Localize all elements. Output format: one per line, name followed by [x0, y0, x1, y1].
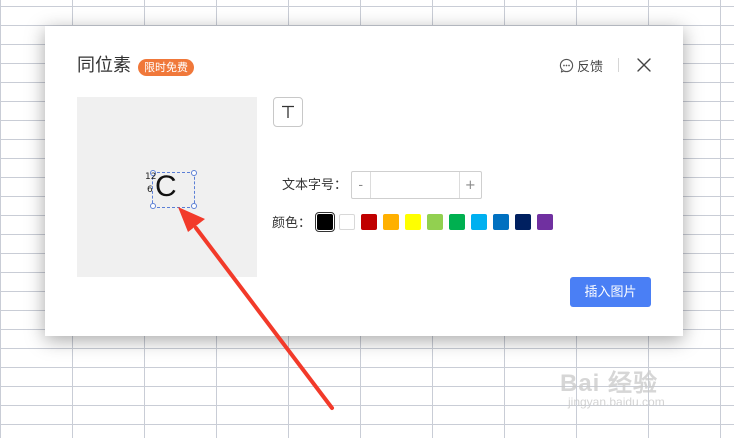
dialog-title: 同位素	[77, 55, 131, 76]
color-swatch[interactable]	[361, 214, 377, 230]
element-symbol: C	[155, 170, 177, 203]
isotope-dialog: 同位素 限时免费 反馈 12 6 C 文本字号： - + 颜色： 插入图片	[45, 26, 683, 336]
header-divider	[618, 58, 619, 72]
color-swatch[interactable]	[405, 214, 421, 230]
feedback-label: 反馈	[577, 59, 604, 75]
insert-image-button[interactable]: 插入图片	[570, 277, 651, 307]
atomic-number: 6	[147, 185, 153, 195]
color-swatch[interactable]	[339, 214, 355, 230]
free-badge: 限时免费	[138, 59, 194, 76]
color-swatch[interactable]	[383, 214, 399, 230]
close-button[interactable]	[636, 57, 652, 73]
text-tool-button[interactable]	[273, 97, 303, 127]
font-size-label: 文本字号：	[282, 178, 348, 193]
feedback-button[interactable]: 反馈	[559, 56, 604, 75]
color-swatch[interactable]	[315, 212, 335, 232]
font-size-stepper: - +	[351, 171, 482, 199]
font-size-increase-button[interactable]: +	[458, 172, 481, 198]
color-swatch[interactable]	[493, 214, 509, 230]
text-t-icon	[282, 105, 294, 118]
font-size-input[interactable]	[370, 172, 459, 198]
color-swatch[interactable]	[471, 214, 487, 230]
isotope-preview: 12 6 C	[77, 97, 257, 277]
chat-bubble-icon	[559, 58, 574, 73]
close-icon	[637, 58, 651, 72]
color-label: 颜色：	[272, 216, 312, 231]
watermark-url: jingyan.baidu.com	[568, 395, 665, 409]
color-swatch[interactable]	[537, 214, 553, 230]
resize-handle[interactable]	[191, 170, 197, 176]
color-swatch[interactable]	[449, 214, 465, 230]
watermark: Bai 经验 jingyan.baidu.com	[560, 355, 730, 415]
font-size-decrease-button[interactable]: -	[352, 172, 371, 198]
color-swatch[interactable]	[427, 214, 443, 230]
watermark-text: Bai 经验	[560, 370, 659, 397]
color-swatch[interactable]	[515, 214, 531, 230]
resize-handle[interactable]	[191, 203, 197, 209]
